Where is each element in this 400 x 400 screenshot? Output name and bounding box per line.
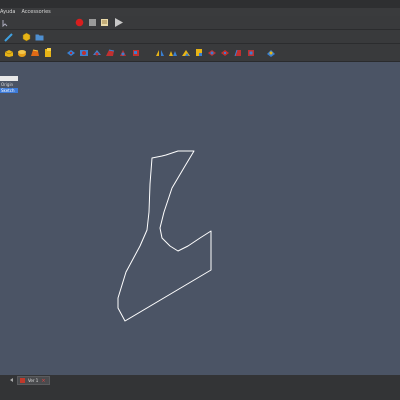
menu-item-help[interactable]: Ayuda [0,9,15,15]
document-icon [20,378,25,383]
stop-macro-icon[interactable] [88,18,97,27]
boolean-icon[interactable] [266,48,276,58]
part-design-toolbar [0,44,400,62]
document-tab-label: Ver 1 [28,378,39,383]
pad-icon[interactable] [4,48,14,58]
status-bar [0,375,400,400]
additive-loft-icon[interactable] [30,48,40,58]
polar-pattern-icon[interactable] [181,48,191,58]
subtractive-loft-icon[interactable] [105,48,115,58]
execute-macro-icon[interactable] [113,17,124,28]
open-folder-icon[interactable] [35,33,44,41]
close-tab-icon[interactable]: × [41,378,45,384]
macro-toolbar: Part Design [0,16,400,43]
pocket-icon[interactable] [66,48,76,58]
hole-icon[interactable] [79,48,89,58]
draft-icon[interactable] [233,48,243,58]
record-macro-icon[interactable] [75,18,84,27]
sketch-profile[interactable] [117,150,212,322]
subtractive-helix-icon[interactable] [131,48,141,58]
subtractive-pipe-icon[interactable] [118,48,128,58]
thickness-icon[interactable] [246,48,256,58]
fillet-icon[interactable] [207,48,217,58]
revolution-icon[interactable] [17,48,27,58]
document-tab[interactable]: Ver 1 × [17,376,50,385]
measure-icon[interactable] [4,33,13,42]
title-bar [0,0,400,8]
groove-icon[interactable] [92,48,102,58]
menu-item-accessories[interactable]: Accessories [21,9,50,15]
mirrored-icon[interactable] [155,48,165,58]
linear-pattern-icon[interactable] [168,48,178,58]
create-body-icon[interactable] [22,32,31,42]
additive-pipe-icon[interactable] [43,47,53,58]
view-toolbar [0,30,400,44]
3d-view-canvas[interactable] [0,62,400,375]
chamfer-icon[interactable] [220,48,230,58]
tab-scroll-left-icon[interactable] [10,378,13,382]
multitransform-icon[interactable] [194,47,204,58]
macros-icon[interactable] [100,18,109,27]
help-arrow-icon[interactable] [1,19,9,27]
menu-bar: Ayuda Accessories [0,8,400,16]
